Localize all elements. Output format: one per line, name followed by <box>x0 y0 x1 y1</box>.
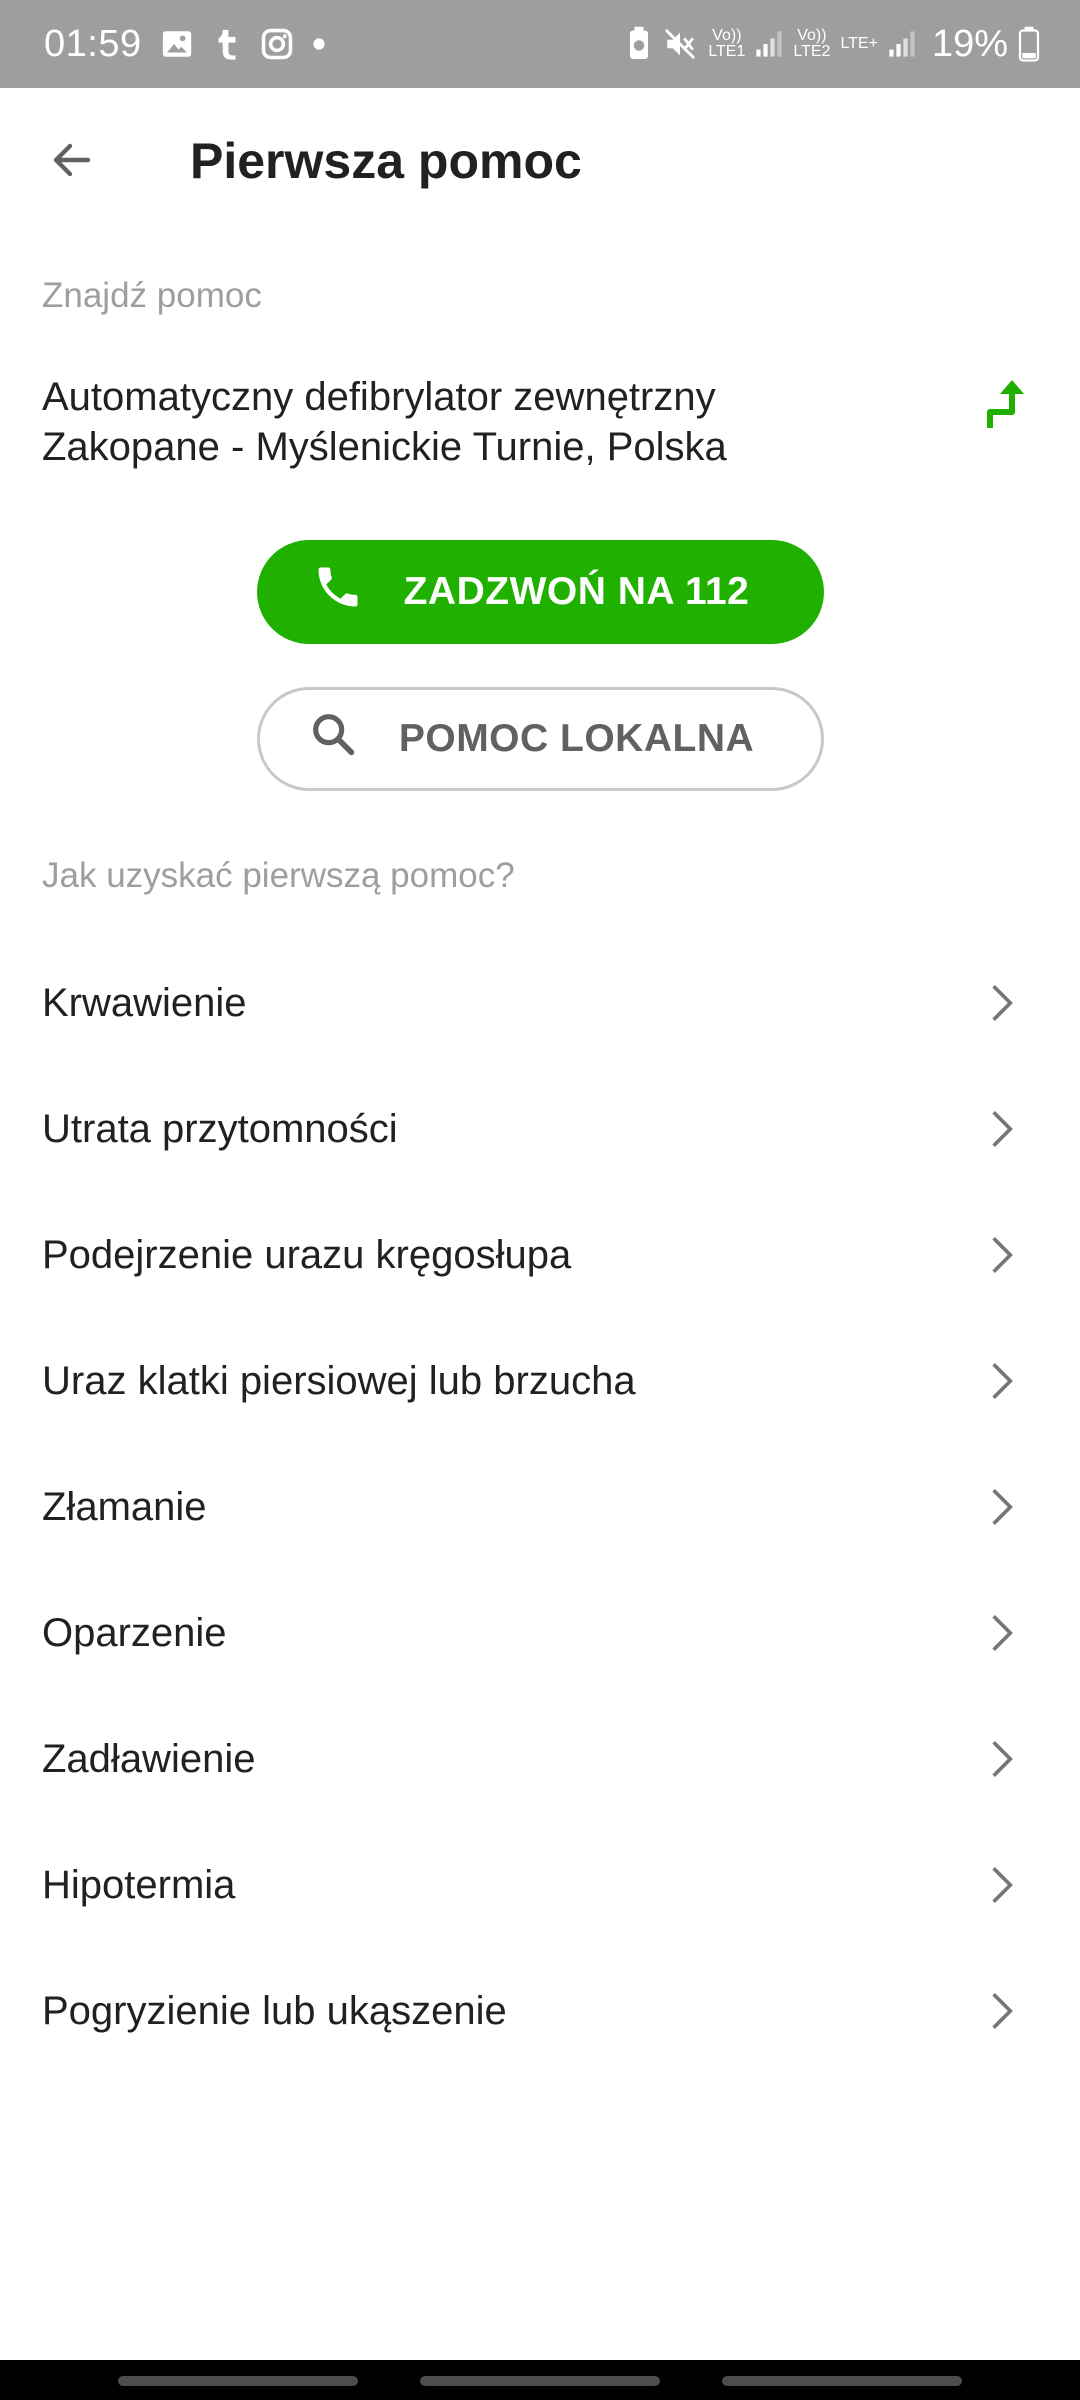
list-item-burn[interactable]: Oparzenie <box>0 1570 1080 1696</box>
search-icon <box>307 708 359 770</box>
sim1-volte-label: Vo)) LTE1 <box>708 27 746 60</box>
list-item-label: Zadławienie <box>42 1736 256 1781</box>
aed-title: Automatyczny defibrylator zewnętrzny <box>42 375 716 419</box>
battery-percent: 19% <box>931 22 1008 65</box>
list-item-bite-sting[interactable]: Pogryzienie lub ukąszenie <box>0 1948 1080 2074</box>
mute-icon <box>662 27 698 61</box>
chevron-right-icon <box>982 1235 1022 1275</box>
list-item-chest-abdomen-injury[interactable]: Uraz klatki piersiowej lub brzucha <box>0 1318 1080 1444</box>
list-item-spinal-injury[interactable]: Podejrzenie urazu kręgosłupa <box>0 1192 1080 1318</box>
sim2-volte-label: Vo)) LTE2 <box>793 27 831 60</box>
call-112-button[interactable]: ZADZWOŃ NA 112 <box>257 540 824 644</box>
chevron-right-icon <box>982 1739 1022 1779</box>
first-aid-section-label: Jak uzyskać pierwszą pomoc? <box>42 856 515 895</box>
status-bar: 01:59 Vo)) LTE1 Vo)) LTE2 LTE+ 19% <box>0 0 1080 88</box>
nav-handle[interactable] <box>722 2376 962 2386</box>
sim2-network-label: LTE+ <box>840 35 878 52</box>
list-item-label: Pogryzienie lub ukąszenie <box>42 1988 507 2033</box>
list-item-hypothermia[interactable]: Hipotermia <box>0 1822 1080 1948</box>
page-title: Pierwsza pomoc <box>190 133 582 189</box>
signal-icon <box>755 29 783 59</box>
list-item-label: Utrata przytomności <box>42 1106 398 1151</box>
phone-icon <box>312 561 364 623</box>
battery-icon <box>1018 26 1040 62</box>
status-time: 01:59 <box>44 22 142 65</box>
battery-saver-icon <box>626 26 652 62</box>
nav-handle[interactable] <box>420 2376 660 2386</box>
call-112-label: ZADZWOŃ NA 112 <box>403 570 750 613</box>
app-bar: Pierwsza pomoc <box>0 88 1080 236</box>
list-item-unconsciousness[interactable]: Utrata przytomności <box>0 1066 1080 1192</box>
navigate-button[interactable] <box>966 366 1046 446</box>
directions-arrow-icon <box>982 376 1030 437</box>
gallery-icon <box>160 27 194 61</box>
local-help-button[interactable]: POMOC LOKALNA <box>257 687 824 791</box>
chevron-right-icon <box>982 1487 1022 1527</box>
aed-address: Zakopane - Myślenickie Turnie, Polska <box>42 425 727 469</box>
list-item-label: Hipotermia <box>42 1862 236 1907</box>
find-help-section-label: Znajdź pomoc <box>42 276 262 315</box>
list-item-label: Oparzenie <box>42 1610 227 1655</box>
list-item-choking[interactable]: Zadławienie <box>0 1696 1080 1822</box>
chevron-right-icon <box>982 1865 1022 1905</box>
tumblr-icon <box>212 27 242 61</box>
signal-icon <box>888 29 916 59</box>
chevron-right-icon <box>982 1613 1022 1653</box>
chevron-right-icon <box>982 1361 1022 1401</box>
list-item-bleeding[interactable]: Krwawienie <box>0 940 1080 1066</box>
local-help-label: POMOC LOKALNA <box>398 717 755 760</box>
first-aid-list: Krwawienie Utrata przytomności Podejrzen… <box>0 940 1080 2074</box>
chevron-right-icon <box>982 983 1022 1023</box>
back-button[interactable] <box>36 126 108 198</box>
list-item-label: Krwawienie <box>42 980 247 1025</box>
system-nav-bar <box>0 2360 1080 2400</box>
chevron-right-icon <box>982 1109 1022 1149</box>
list-item-label: Uraz klatki piersiowej lub brzucha <box>42 1358 636 1403</box>
list-item-label: Podejrzenie urazu kręgosłupa <box>42 1232 572 1277</box>
list-item-fracture[interactable]: Złamanie <box>0 1444 1080 1570</box>
arrow-left-icon <box>48 136 96 189</box>
dot-icon <box>312 37 326 51</box>
chevron-right-icon <box>982 1991 1022 2031</box>
list-item-label: Złamanie <box>42 1484 207 1529</box>
aed-location[interactable]: Automatyczny defibrylator zewnętrzny Zak… <box>42 372 942 472</box>
instagram-icon <box>260 27 294 61</box>
nav-handle[interactable] <box>118 2376 358 2386</box>
